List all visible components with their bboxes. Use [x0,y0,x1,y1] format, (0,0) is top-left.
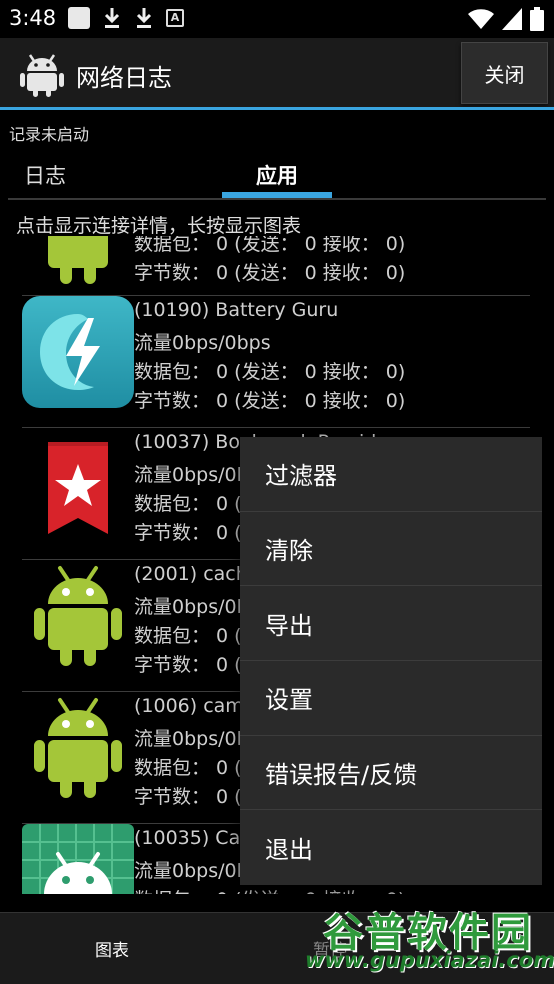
list-item[interactable]: (10190) Battery Guru 流量0bps/0bps 数据包： 0 … [0,296,554,428]
android-icon [20,54,64,97]
item-bytes: 字节数： 0 (发送： 0 接收： 0) [134,390,406,412]
signal-icon [502,8,522,30]
item-rate: 流量0bps/0bps [134,332,271,354]
tab-divider [8,198,546,200]
item-name: (10190) Battery Guru [134,299,339,321]
list-item[interactable]: 数据包： 0 (发送： 0 接收： 0) 字节数： 0 (发送： 0 接收： 0… [0,236,554,298]
menu-item-exit[interactable]: 退出 [240,810,542,885]
calendar-android-icon [22,824,134,894]
android-icon [34,698,122,798]
tab-log[interactable]: 日志 [0,150,90,200]
item-packets: 数据包： 0 (发送： 0 接收： 0) [134,885,405,894]
action-bar-underline [0,107,554,110]
menu-item-bug-report[interactable]: 错误报告/反馈 [240,736,542,811]
bookmark-icon [48,442,108,534]
download-icon [136,8,152,28]
item-bytes: 字节数： 0 (发送： 0 接收： 0) [134,262,406,284]
item-packets: 数据包： 0 (发送： 0 接收： 0) [134,361,406,383]
chart-button[interactable]: 图表 [60,913,164,983]
a-notification-icon: A [166,9,184,27]
menu-item-clear[interactable]: 清除 [240,512,542,587]
watermark-url: www.gupuxiazai.com [305,948,554,972]
wifi-icon [468,9,494,29]
android-icon [48,236,108,284]
action-bar: 网络日志 关闭 [0,38,554,108]
android-icon [34,566,122,666]
record-status: 记录未启动 [9,125,90,144]
item-packets: 数据包： 0 (发送： 0 接收： 0) [134,236,406,255]
status-bar: 3:48 A [0,0,554,38]
menu-item-export[interactable]: 导出 [240,586,542,662]
battery-guru-icon [22,296,134,408]
download-icon [104,8,120,28]
status-time: 3:48 [9,6,57,30]
notification-square-icon [68,7,90,29]
watermark-logo: 谷普软件园 www.gupuxiazai.com [305,896,554,980]
app-title: 网络日志 [76,64,172,92]
hint-text: 点击显示连接详情，长按显示图表 [16,215,302,237]
overflow-menu: 过滤器 清除 导出 设置 错误报告/反馈 退出 [240,437,542,885]
close-button[interactable]: 关闭 [461,42,548,104]
battery-icon [530,7,544,31]
menu-item-filter[interactable]: 过滤器 [240,437,542,512]
menu-item-settings[interactable]: 设置 [240,661,542,736]
